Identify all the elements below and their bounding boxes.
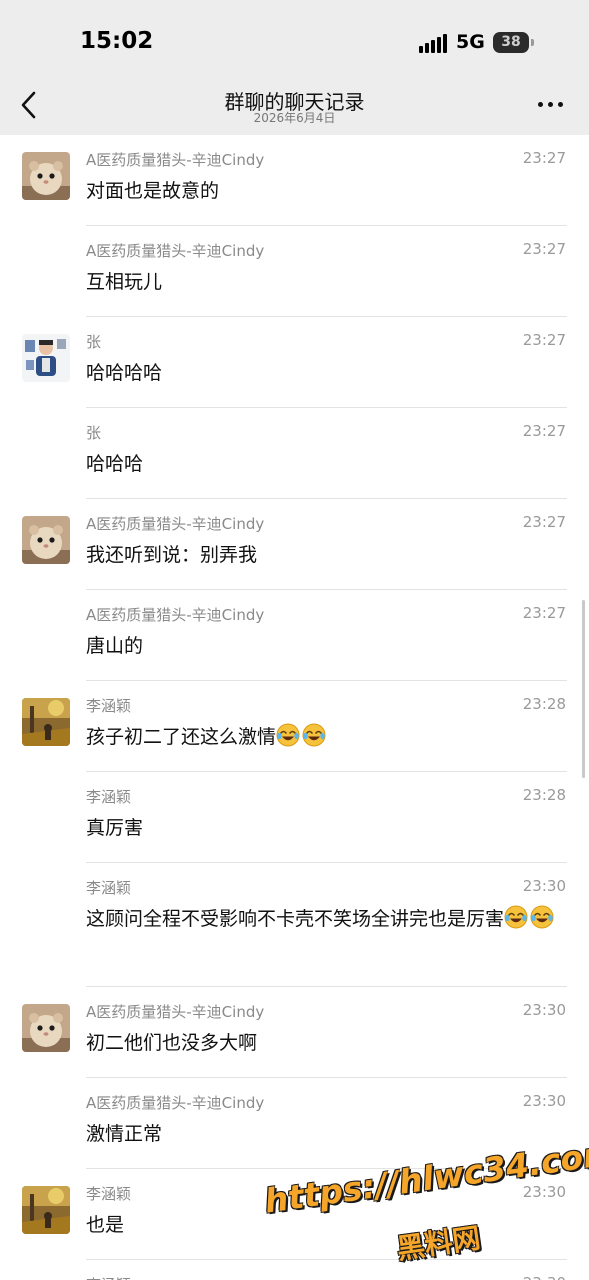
top-bar: 15:02 5G 38 群聊的聊天记录 2026年6月4日 [0, 0, 589, 135]
sender-name: A医药质量猎头-辛迪Cindy [86, 606, 265, 624]
battery-level: 38 [501, 34, 521, 50]
sender-name: A医药质量猎头-辛迪Cindy [86, 242, 265, 260]
message-text: 激情正常 [86, 1119, 556, 1150]
sender-name: A医药质量猎头-辛迪Cindy [86, 151, 265, 169]
message-text-content: 哈哈哈哈 [86, 362, 163, 384]
message-text: 哈哈哈 [86, 449, 556, 480]
sender-name: 张 [86, 424, 102, 442]
message-item[interactable]: 李涵颖 23:30 这顾问全程不受影响不卡壳不笑场全讲完也是厉害 [0, 863, 589, 987]
message-time: 23:30 [522, 1001, 566, 1019]
more-button[interactable] [536, 100, 566, 110]
message-text-content: 对面也是故意的 [86, 180, 220, 202]
sender-name: 张 [86, 333, 102, 351]
laughing-tears-emoji-icon [276, 723, 300, 747]
watermark: https://hlwc34.com 黑料网 [262, 1133, 589, 1280]
message-text: 互相玩儿 [86, 267, 556, 298]
message-item[interactable]: A医药质量猎头-辛迪Cindy 23:27 唐山的 [0, 590, 589, 681]
message-text-content: 也是 [86, 1214, 125, 1236]
page-subtitle-date: 2026年6月4日 [253, 111, 336, 125]
message-time: 23:27 [522, 513, 566, 531]
message-text-content: 哈哈哈 [86, 453, 144, 475]
message-text-content: 互相玩儿 [86, 271, 163, 293]
message-item[interactable]: 李涵颖 23:28 孩子初二了还这么激情 [0, 681, 589, 772]
message-item[interactable]: A医药质量猎头-辛迪Cindy 23:27 互相玩儿 [0, 226, 589, 317]
message-text-content: 真厉害 [86, 817, 144, 839]
sender-name: A医药质量猎头-辛迪Cindy [86, 1094, 265, 1112]
message-item[interactable]: A医药质量猎头-辛迪Cindy 23:27 我还听到说：别弄我 [0, 499, 589, 590]
message-list[interactable]: A医药质量猎头-辛迪Cindy 23:27 对面也是故意的 A医药质量猎头-辛迪Cin… [0, 135, 589, 1280]
sender-name: 李涵颖 [86, 1185, 132, 1203]
message-text-content: 孩子初二了还这么激情 [86, 726, 277, 748]
laughing-tears-emoji-icon [530, 905, 554, 929]
avatar[interactable] [22, 698, 70, 746]
message-text: 真厉害 [86, 813, 556, 844]
battery-icon: 38 [493, 32, 529, 53]
message-time: 23:30 [522, 1092, 566, 1110]
message-text: 初二他们也没多大啊 [86, 1028, 556, 1059]
message-time: 23:30 [522, 877, 566, 895]
avatar[interactable] [22, 516, 70, 564]
message-time: 23:28 [522, 786, 566, 804]
message-time: 23:27 [522, 149, 566, 167]
battery-tip [531, 39, 534, 46]
message-text: 唐山的 [86, 631, 556, 662]
message-text: 我还听到说：别弄我 [86, 540, 556, 571]
more-dot [538, 102, 543, 107]
laughing-tears-emoji-icon [302, 723, 326, 747]
sender-name: A医药质量猎头-辛迪Cindy [86, 1003, 265, 1021]
message-text: 这顾问全程不受影响不卡壳不笑场全讲完也是厉害 [86, 904, 556, 935]
avatar[interactable] [22, 152, 70, 200]
scrollbar[interactable] [582, 600, 585, 778]
more-dot [558, 102, 563, 107]
sender-name: 李涵颖 [86, 697, 132, 715]
message-text-content: 唐山的 [86, 635, 144, 657]
signal-strength-icon [419, 33, 449, 53]
sender-name: 李涵颖 [86, 879, 132, 897]
status-time: 15:02 [80, 28, 154, 54]
message-time: 23:28 [522, 695, 566, 713]
watermark-site-name: 黑料网 [394, 1221, 483, 1266]
message-text-content: 我还听到说：别弄我 [86, 544, 258, 566]
sender-name: 李涵颖 [86, 788, 132, 806]
message-item[interactable]: 张 23:27 哈哈哈 [0, 408, 589, 499]
message-item[interactable]: A医药质量猎头-辛迪Cindy 23:27 对面也是故意的 [0, 135, 589, 226]
message-text: 哈哈哈哈 [86, 358, 556, 389]
message-item[interactable]: 李涵颖 23:28 真厉害 [0, 772, 589, 863]
message-text-content: 初二他们也没多大啊 [86, 1032, 258, 1054]
network-type: 5G [456, 31, 485, 53]
message-text: 孩子初二了还这么激情 [86, 722, 556, 753]
message-text-content: 这顾问全程不受影响不卡壳不笑场全讲完也是厉害 [86, 908, 505, 930]
message-time: 23:27 [522, 331, 566, 349]
message-time: 23:27 [522, 240, 566, 258]
avatar[interactable] [22, 334, 70, 382]
message-text-content: 激情正常 [86, 1123, 163, 1145]
message-text: 对面也是故意的 [86, 176, 556, 207]
message-item[interactable]: A医药质量猎头-辛迪Cindy 23:30 初二他们也没多大啊 [0, 987, 589, 1078]
sender-name: 李涵颖 [86, 1274, 131, 1280]
message-item[interactable]: 张 23:27 哈哈哈哈 [0, 317, 589, 408]
avatar[interactable] [22, 1186, 70, 1234]
message-time: 23:27 [522, 604, 566, 622]
laughing-tears-emoji-icon [504, 905, 528, 929]
sender-name: A医药质量猎头-辛迪Cindy [86, 515, 265, 533]
avatar[interactable] [22, 1004, 70, 1052]
more-dot [548, 102, 553, 107]
message-time: 23:27 [522, 422, 566, 440]
